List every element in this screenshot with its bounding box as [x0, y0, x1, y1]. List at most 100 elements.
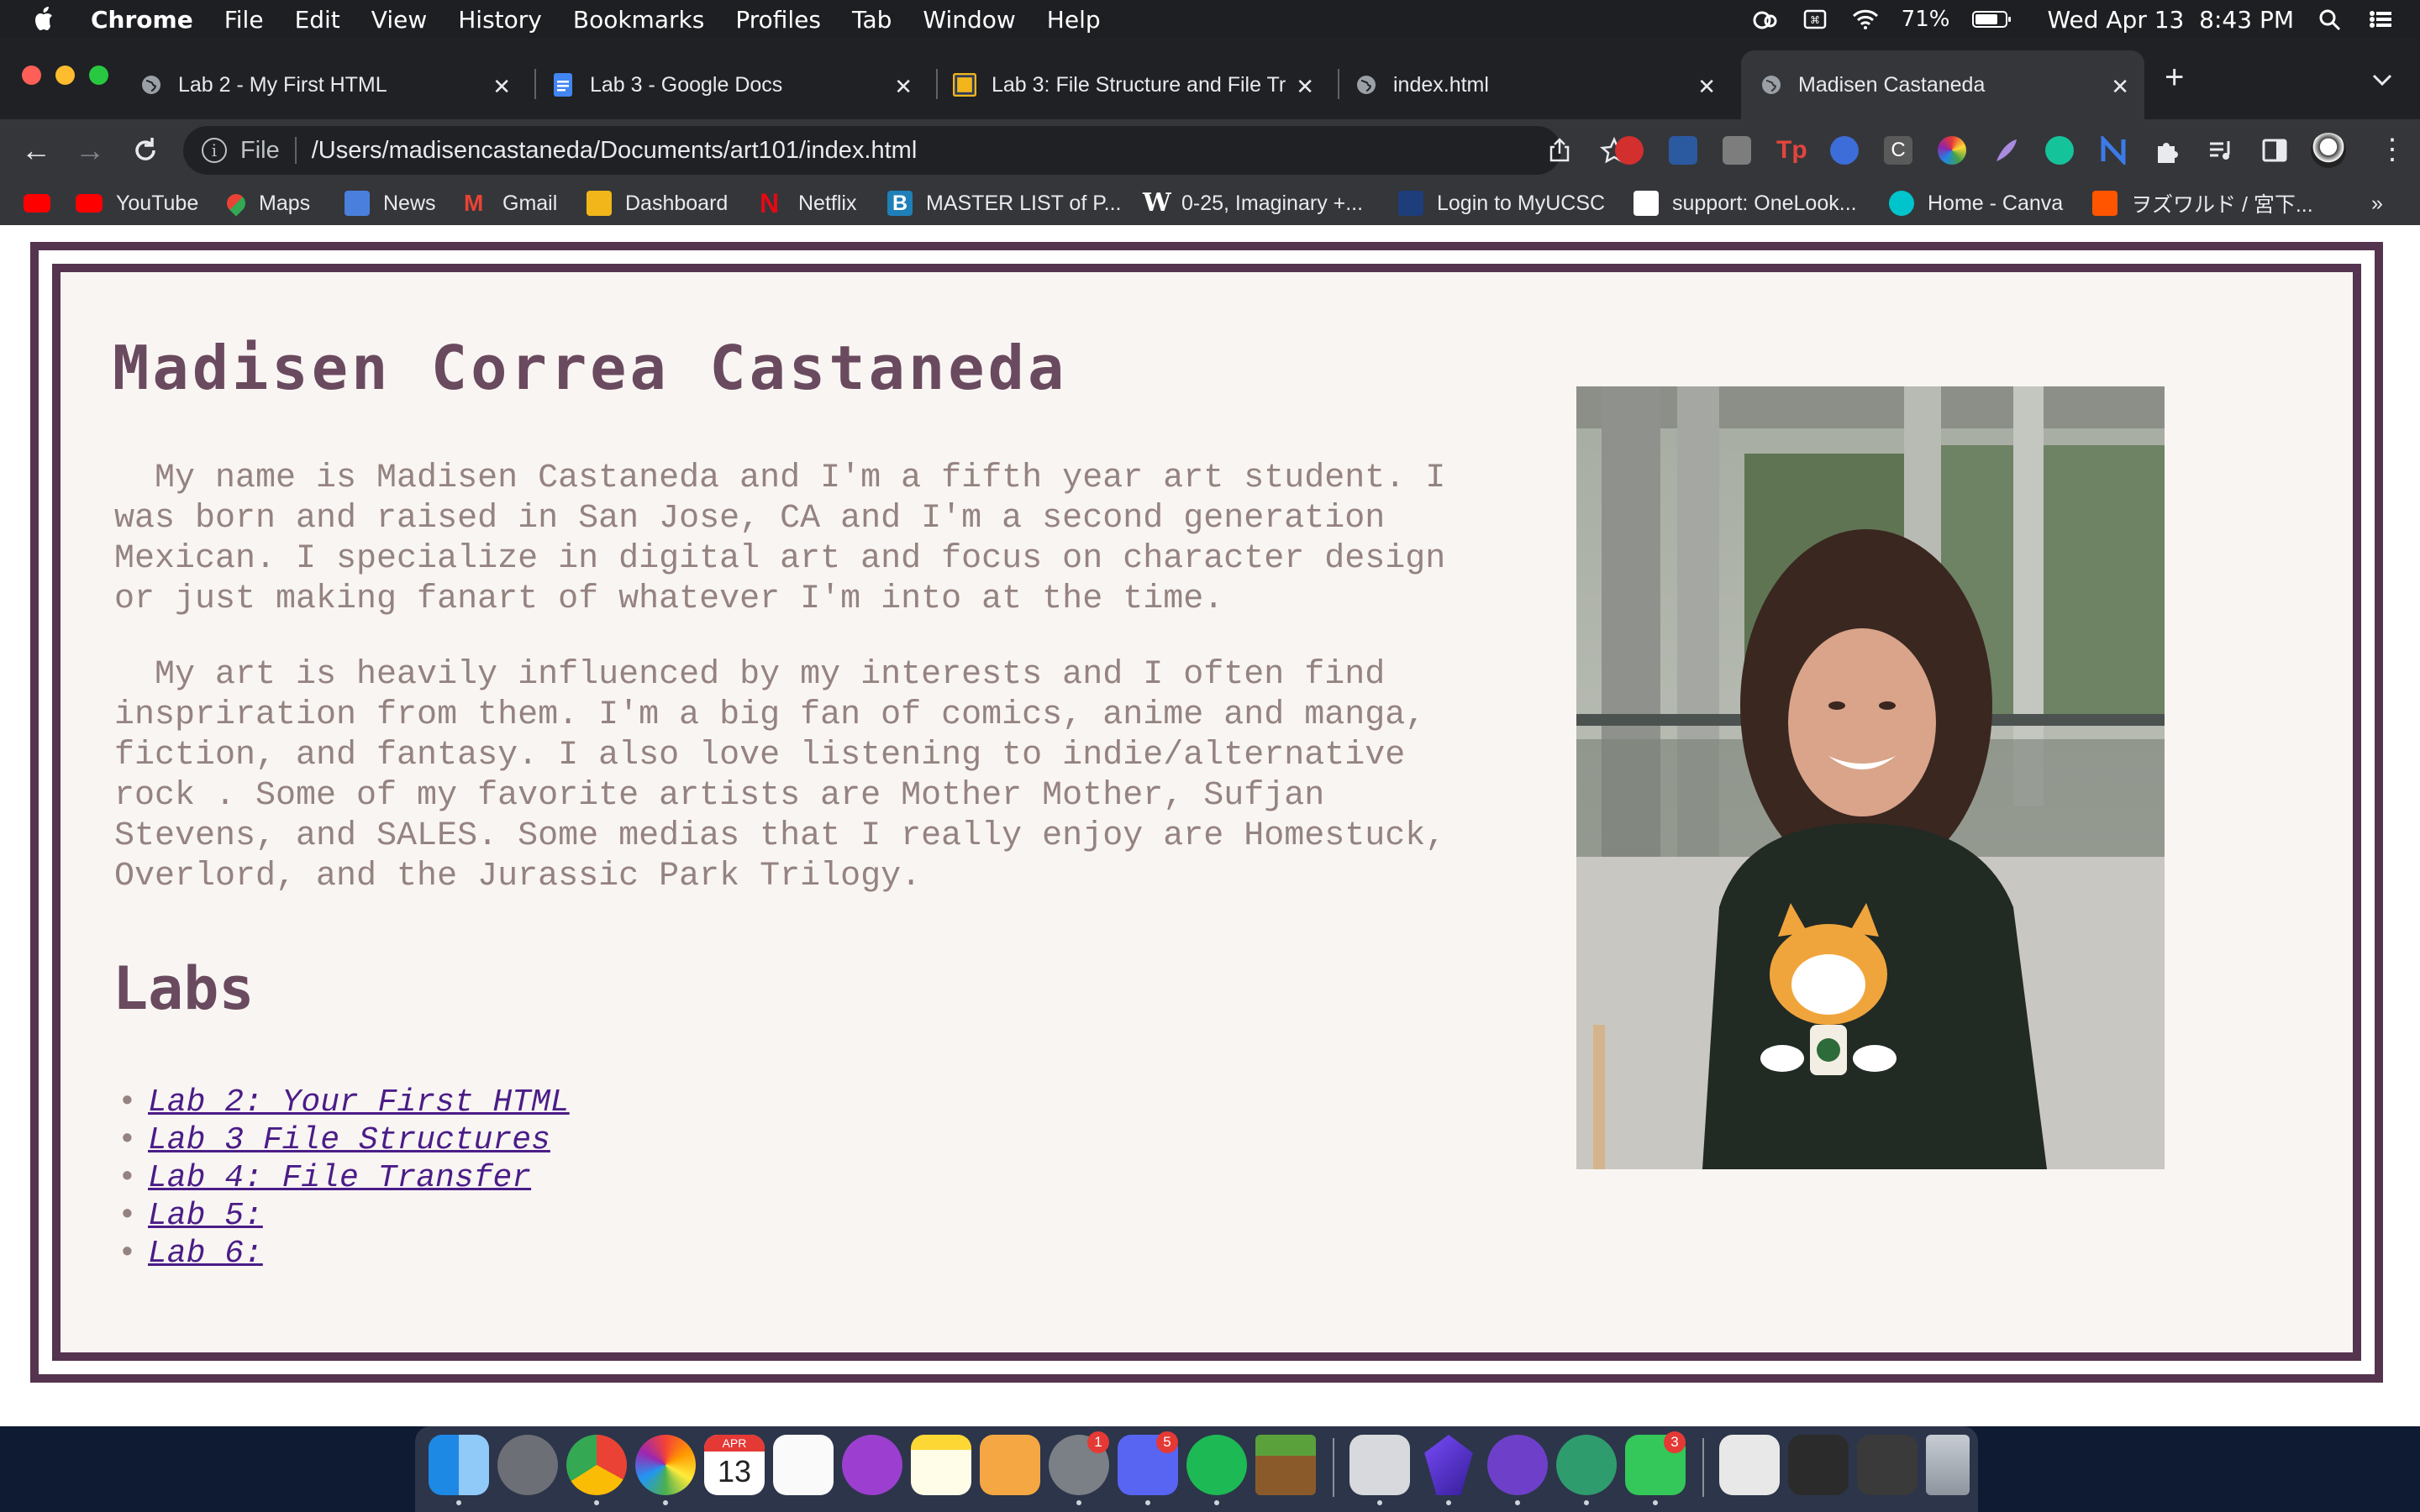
bookmark-master-list[interactable]: B MASTER LIST of P... [887, 190, 1122, 217]
feather-extension-icon[interactable] [1991, 136, 2020, 165]
bookmark-netflix[interactable]: N Netflix [760, 190, 856, 217]
bookmark-youtube-apps[interactable] [24, 190, 64, 217]
profile-avatar[interactable] [2311, 133, 2346, 168]
side-panel-icon[interactable] [2260, 136, 2289, 165]
spotlight-search-icon[interactable] [2316, 8, 2344, 31]
tab-madisen-castaneda-active[interactable]: Madisen Castaneda ✕ [1741, 50, 2144, 119]
finder-icon[interactable] [429, 1435, 489, 1495]
google-docs-icon [551, 73, 575, 97]
launchpad-icon[interactable] [497, 1435, 558, 1495]
new-tab-icon[interactable]: + [2165, 60, 2184, 94]
reader-extension-icon[interactable] [1669, 136, 1697, 165]
spotify-icon[interactable] [1186, 1435, 1247, 1495]
c-extension-icon[interactable]: C [1884, 136, 1912, 165]
printer-icon[interactable] [1349, 1435, 1410, 1495]
share-icon[interactable] [1546, 137, 1573, 164]
docs-extension-icon[interactable] [1830, 136, 1859, 165]
menu-profiles[interactable]: Profiles [735, 6, 821, 34]
downloads-stack-icon[interactable] [1788, 1435, 1849, 1495]
bookmark-news[interactable]: News [345, 190, 436, 217]
gmail-icon: M [464, 190, 484, 216]
tp-extension-icon[interactable]: Tp [1776, 136, 1807, 165]
back-arrow-icon[interactable]: ← [20, 134, 52, 166]
bookmarks-overflow-icon[interactable]: » [2371, 190, 2383, 217]
font-extension-icon[interactable] [1723, 136, 1751, 165]
apple-icon[interactable] [30, 5, 59, 34]
screenshots-stack-icon[interactable] [1857, 1435, 1918, 1495]
window-close-button[interactable] [22, 66, 41, 85]
tab-title: index.html [1393, 72, 1489, 97]
bookmark-maps[interactable]: Maps [223, 190, 310, 217]
menu-view[interactable]: View [371, 6, 427, 34]
lab-4-link[interactable]: Lab 4: File Transfer [148, 1160, 531, 1196]
grammarly-extension-icon[interactable] [2045, 136, 2074, 165]
site-info-icon[interactable]: i [202, 138, 227, 163]
menu-clock[interactable]: Wed Apr 13 8:43 PM [2047, 6, 2294, 34]
media-controls-icon[interactable] [2207, 136, 2235, 165]
running-indicator [594, 1500, 599, 1505]
wifi-icon[interactable] [1851, 8, 1880, 31]
creative-cloud-icon[interactable] [1750, 8, 1779, 31]
bookmark-youtube[interactable]: YouTube [76, 190, 198, 217]
bookmark-onelook[interactable]: support: OneLook... [1634, 190, 1857, 217]
tab-close-icon[interactable]: ✕ [2111, 74, 2129, 100]
extensions-puzzle-icon[interactable] [2153, 136, 2181, 165]
ad-block-extension-icon[interactable] [1615, 136, 1644, 165]
minecraft-icon[interactable] [1255, 1435, 1316, 1495]
tab-search-chevron-icon[interactable] [2371, 72, 2393, 87]
reminders-icon[interactable] [773, 1435, 834, 1495]
bookmark-canva[interactable]: Home - Canva [1889, 190, 2063, 217]
pages-icon[interactable] [980, 1435, 1040, 1495]
photos-icon[interactable] [635, 1435, 696, 1495]
menu-edit[interactable]: Edit [295, 6, 340, 34]
notes-icon[interactable] [911, 1435, 971, 1495]
tab-index-html[interactable]: index.html ✕ [1355, 50, 1731, 119]
running-indicator [1653, 1500, 1658, 1505]
lab-3-link[interactable]: Lab 3 File Structures [148, 1122, 550, 1158]
list-item: Lab 6: [118, 1235, 570, 1273]
menu-tab[interactable]: Tab [852, 6, 892, 34]
battery-icon[interactable] [1971, 8, 2013, 31]
reload-icon[interactable] [129, 134, 161, 166]
keyboard-shortcut-icon[interactable]: ⌘ [1801, 8, 1829, 31]
bookmark-soundcloud[interactable]: ヲズワルド / 宮下... [2092, 190, 2313, 217]
chrome-menu-icon[interactable]: ⋮ [2378, 133, 2407, 166]
n-extension-icon[interactable] [2099, 134, 2128, 167]
bookmark-gmail[interactable]: M Gmail [464, 190, 557, 217]
tab-close-icon[interactable]: ✕ [1697, 74, 1716, 100]
bookmark-myucsc[interactable]: Login to MyUCSC [1398, 190, 1605, 217]
calendar-icon[interactable]: APR 13 [704, 1435, 765, 1495]
address-bar[interactable]: i File /Users/madisencastaneda/Documents… [183, 126, 1628, 175]
bookmark-imaginary[interactable]: W 0-25, Imaginary +... [1143, 190, 1363, 217]
url-text[interactable]: /Users/madisencastaneda/Documents/art101… [312, 137, 918, 165]
color-picker-extension-icon[interactable] [1938, 136, 1966, 165]
menu-window[interactable]: Window [923, 6, 1015, 34]
menu-file[interactable]: File [224, 6, 264, 34]
tab-google-docs[interactable]: Lab 3 - Google Docs ✕ [551, 50, 928, 119]
bookmark-dashboard[interactable]: Dashboard [587, 190, 728, 217]
menu-history[interactable]: History [458, 6, 542, 34]
tab-close-icon[interactable]: ✕ [492, 74, 511, 100]
menu-help[interactable]: Help [1047, 6, 1101, 34]
chrome-icon[interactable] [566, 1435, 627, 1495]
lab-6-link[interactable]: Lab 6: [148, 1236, 263, 1272]
calendar-day: 13 [717, 1454, 752, 1488]
tab-lab3-canvas[interactable]: Lab 3: File Structure and File Tr ✕ [953, 50, 1329, 119]
tab-close-icon[interactable]: ✕ [894, 74, 913, 100]
lab-5-link[interactable]: Lab 5: [148, 1198, 263, 1234]
atom-icon[interactable] [1556, 1435, 1617, 1495]
window-zoom-button[interactable] [89, 66, 108, 85]
tab-close-icon[interactable]: ✕ [1296, 74, 1314, 100]
menu-app-chrome[interactable]: Chrome [91, 6, 193, 34]
github-desktop-icon[interactable] [1487, 1435, 1548, 1495]
forward-arrow-icon[interactable]: → [74, 134, 106, 166]
menu-bookmarks[interactable]: Bookmarks [573, 6, 704, 34]
documents-folder-icon[interactable] [1719, 1435, 1780, 1495]
podcasts-icon[interactable] [842, 1435, 902, 1495]
window-minimize-button[interactable] [55, 66, 75, 85]
tab-lab2[interactable]: Lab 2 - My First HTML ✕ [139, 50, 526, 119]
control-center-icon[interactable] [2366, 8, 2395, 31]
trash-icon[interactable] [1926, 1435, 1970, 1495]
obsidian-icon[interactable] [1424, 1435, 1473, 1495]
lab-2-link[interactable]: Lab 2: Your First HTML [148, 1084, 570, 1121]
